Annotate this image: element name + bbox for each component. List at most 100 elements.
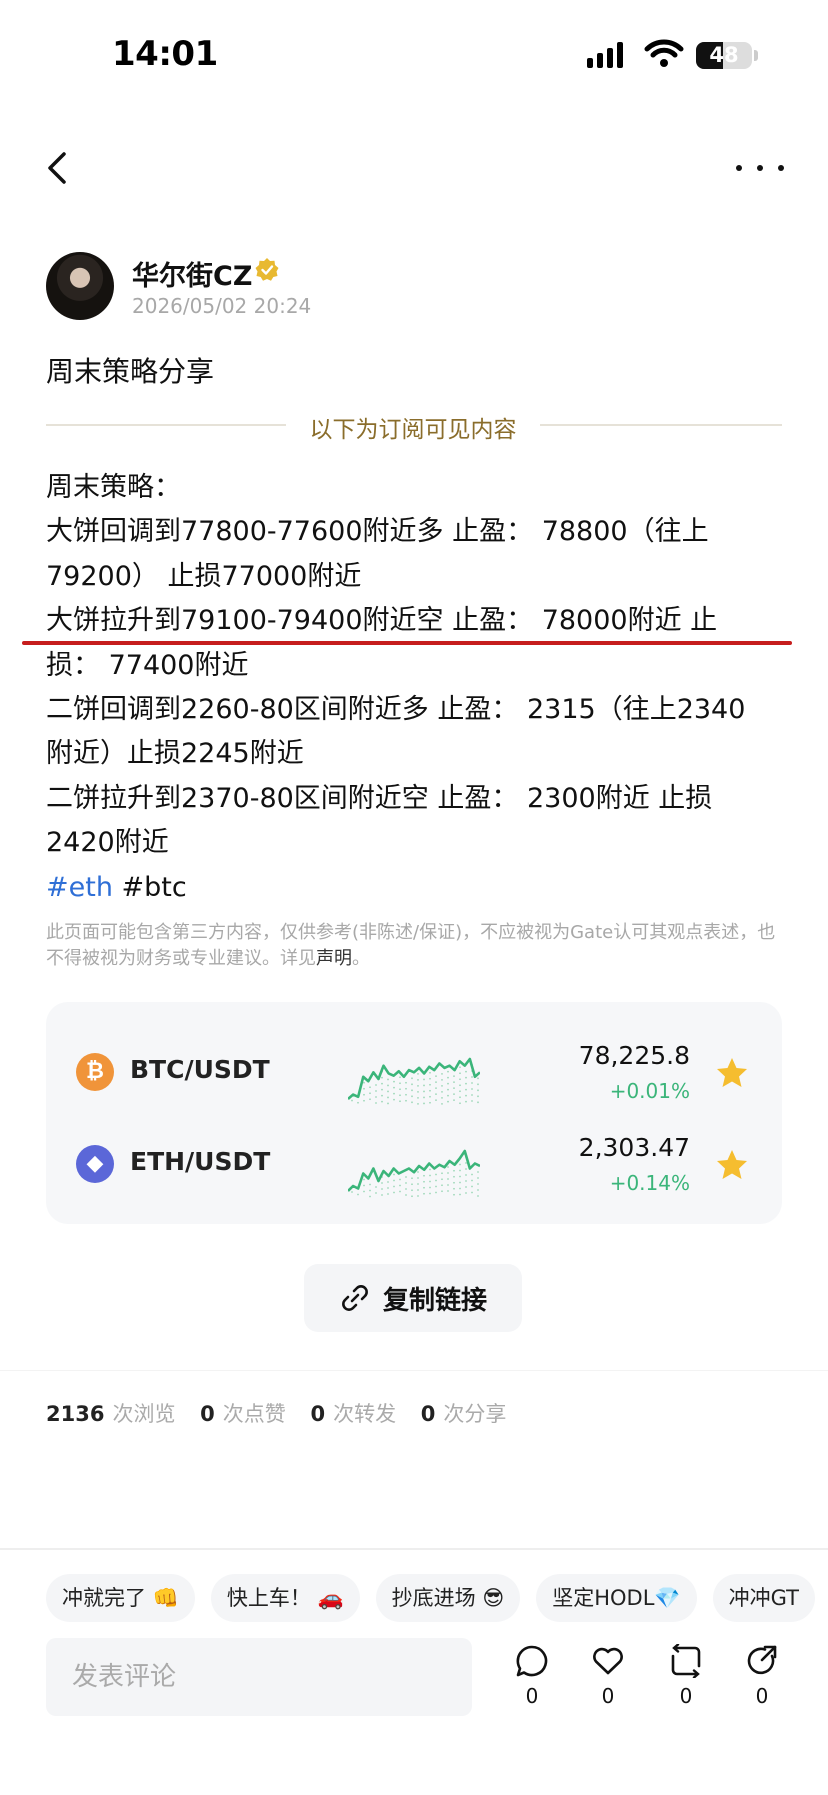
pair-name: ETH/USDT — [130, 1147, 271, 1176]
quick-reply-chip[interactable]: 抄底进场 😎 — [375, 1574, 521, 1622]
more-button[interactable] — [736, 148, 784, 188]
comment-icon — [516, 1645, 548, 1677]
content-line: 周末策略： — [46, 472, 181, 503]
sparkline-dot — [435, 1087, 437, 1090]
wifi-icon — [644, 39, 684, 67]
quick-reply-chip[interactable]: 冲就完了 👊 — [46, 1574, 195, 1622]
tag-btc[interactable]: #btc — [122, 872, 187, 903]
quick-reply-chips: 冲就完了 👊 快上车！ 🚗 抄底进场 😎 坚定HODL💎 冲冲GT — [46, 1574, 815, 1622]
sparkline-dot — [435, 1173, 437, 1176]
sparkline-dot — [435, 1075, 437, 1078]
sparkline-dot — [369, 1092, 371, 1095]
sparkline-dot — [375, 1186, 377, 1188]
sparkline-dot — [393, 1173, 395, 1176]
sparkline-dot — [399, 1190, 401, 1193]
sparkline-dot — [411, 1089, 413, 1092]
sparkline-dot — [363, 1081, 365, 1084]
sparkline-dot — [387, 1084, 389, 1087]
sparkline-dot — [447, 1076, 449, 1079]
market-row-eth[interactable]: ◆ ETH/USDT 2,303.47 +0.14% — [46, 1119, 782, 1209]
sparkline-dot — [441, 1190, 443, 1193]
sparkline-dot — [411, 1183, 413, 1186]
bottom-separator — [0, 1548, 828, 1550]
sparkline-dot — [429, 1071, 431, 1074]
sparkline-dot — [471, 1094, 473, 1096]
sparkline-dot — [471, 1088, 473, 1090]
sparkline-dot — [453, 1193, 455, 1196]
sparkline-dot — [381, 1182, 383, 1184]
sparkline-dot — [411, 1083, 413, 1086]
sparkline-dot — [381, 1082, 383, 1085]
sparkline-dot — [441, 1172, 443, 1175]
star-icon[interactable] — [714, 1055, 750, 1091]
sparkline-chart — [348, 1057, 480, 1105]
back-button[interactable] — [40, 146, 76, 190]
like-count: 0 — [601, 1684, 615, 1708]
sparkline-dot — [453, 1099, 455, 1102]
sparkline-dot — [405, 1099, 407, 1102]
sparkline-dot — [417, 1171, 419, 1173]
sparkline-dot — [441, 1078, 443, 1081]
content-line: 二饼拉升到2370-80区间附近空 止盈： 2300附近 止损 — [46, 782, 713, 814]
content-line: 大饼回调到77800-77600附近多 止盈： 78800（往上 — [46, 516, 709, 548]
price: 78,225.8 — [578, 1041, 690, 1070]
disclaimer: 此页面可能包含第三方内容，仅供参考(非陈述/保证)，不应被视为Gate认可其观点… — [46, 920, 776, 972]
comment-count: 0 — [525, 1684, 539, 1708]
sparkline-dot — [447, 1178, 449, 1180]
content-line: 79200） 止损77000附近 — [46, 560, 362, 592]
sparkline-dot — [477, 1177, 479, 1179]
sparkline-dot — [429, 1168, 431, 1171]
sparkline-dot — [417, 1072, 419, 1075]
like-button[interactable]: 0 — [586, 1644, 630, 1708]
copy-link-label: 复制链接 — [382, 1285, 487, 1316]
sparkline-dot — [435, 1093, 437, 1096]
sparkline-dot — [471, 1100, 473, 1102]
sparkline-dot — [417, 1096, 419, 1099]
sparkline-dot — [363, 1093, 365, 1096]
sparkline-dot — [459, 1102, 461, 1105]
avatar[interactable] — [46, 252, 114, 320]
sparkline-dot — [429, 1174, 431, 1177]
battery-level: 48 — [709, 43, 739, 67]
star-icon[interactable] — [714, 1147, 750, 1183]
sparkline-dot — [465, 1076, 467, 1079]
sparkline-dot — [465, 1088, 467, 1091]
sparkline-dot — [411, 1195, 413, 1198]
sparkline-dot — [381, 1094, 383, 1097]
sparkline-dot — [411, 1095, 413, 1098]
sparkline-dot — [393, 1092, 395, 1095]
cellular-signal-icon — [587, 42, 623, 68]
repost-button[interactable]: 0 — [664, 1644, 708, 1708]
sparkline-dot — [417, 1102, 419, 1105]
sparkline-dot — [393, 1098, 395, 1101]
sparkline-dot — [459, 1090, 461, 1093]
comment-input[interactable] — [46, 1638, 472, 1716]
sparkline-dot — [453, 1093, 455, 1096]
quick-reply-chip[interactable]: 坚定HODL💎 — [536, 1574, 697, 1622]
sparkline-dot — [393, 1179, 395, 1182]
market-row-btc[interactable]: ₿ BTC/USDT 78,225.8 +0.01% — [46, 1027, 782, 1117]
sparkline-dot — [405, 1176, 407, 1178]
sparkline-dot — [447, 1070, 449, 1073]
ethereum-icon: ◆ — [76, 1145, 114, 1183]
disclaimer-link[interactable]: 声明 — [316, 948, 352, 969]
sparkline-dot — [465, 1174, 467, 1176]
sparkline-dot — [417, 1084, 419, 1087]
copy-link-button[interactable]: 复制链接 — [304, 1264, 522, 1332]
market-card: ₿ BTC/USDT 78,225.8 +0.01% ◆ ETH/USDT 2,… — [46, 1002, 782, 1224]
chevron-left-icon — [48, 152, 66, 184]
author-name[interactable]: 华尔街CZ — [132, 254, 252, 293]
comment-button[interactable]: 0 — [510, 1644, 554, 1708]
sparkline-dot — [423, 1102, 425, 1105]
post-title: 周末策略分享 — [46, 355, 215, 388]
quick-reply-chip[interactable]: 冲冲GT — [712, 1574, 815, 1622]
price-change: +0.01% — [609, 1079, 690, 1103]
sparkline-dot — [411, 1177, 413, 1180]
sparkline-dot — [459, 1175, 461, 1178]
sparkline-dot — [465, 1070, 467, 1073]
sparkline-dot — [465, 1082, 467, 1085]
share-button[interactable]: 0 — [740, 1644, 784, 1708]
quick-reply-chip[interactable]: 快上车！ 🚗 — [210, 1574, 360, 1622]
sparkline-dot — [465, 1162, 467, 1164]
tag-eth[interactable]: #eth — [46, 872, 113, 903]
